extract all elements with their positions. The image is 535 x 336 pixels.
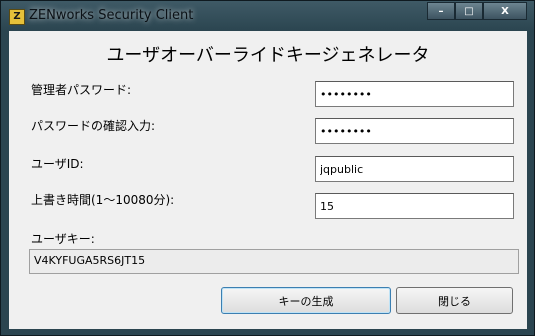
admin-password-field[interactable] <box>315 81 514 107</box>
title-bar[interactable]: Z ZENworks Security Client – □ X <box>1 1 534 31</box>
minimize-button[interactable]: – <box>427 2 455 20</box>
maximize-button[interactable]: □ <box>455 2 483 20</box>
generate-key-button[interactable]: キーの生成 <box>221 287 391 314</box>
user-id-field[interactable] <box>315 156 514 182</box>
close-window-button[interactable]: X <box>483 2 527 20</box>
user-key-label: ユーザキー: <box>31 232 95 246</box>
confirm-password-field[interactable] <box>315 118 514 144</box>
override-time-label: 上書き時間(1〜10080分): <box>31 193 175 207</box>
user-id-label: ユーザID: <box>31 157 84 171</box>
app-window: Z ZENworks Security Client – □ X ユーザオーバー… <box>0 0 535 336</box>
dialog-body: ユーザオーバーライドキージェネレータ 管理者パスワード: パスワードの確認入力:… <box>9 31 527 329</box>
window-title: ZENworks Security Client <box>29 8 194 23</box>
confirm-password-label: パスワードの確認入力: <box>31 119 156 133</box>
admin-password-label: 管理者パスワード: <box>31 83 132 97</box>
override-time-field[interactable] <box>315 193 514 219</box>
zenworks-app-icon: Z <box>9 9 25 25</box>
dialog-heading: ユーザオーバーライドキージェネレータ <box>106 45 430 66</box>
close-button[interactable]: 閉じる <box>396 287 513 314</box>
user-key-field[interactable]: V4KYFUGA5RS6JT15 <box>29 249 519 274</box>
window-controls: – □ X <box>427 2 527 20</box>
